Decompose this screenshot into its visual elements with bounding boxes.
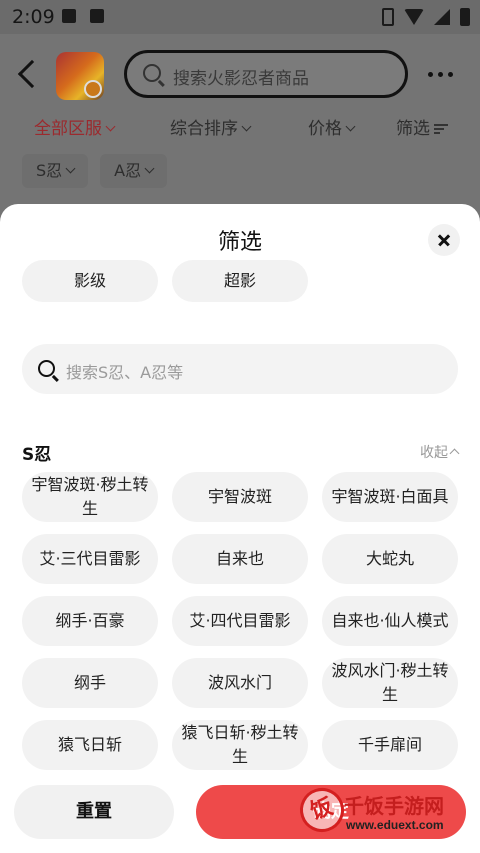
watermark-name: 千饭手游网 — [344, 794, 444, 818]
vibrate-icon — [382, 8, 394, 26]
level-chip-super-kage[interactable]: 超影 — [172, 260, 308, 302]
ninja-search-placeholder: 搜索S忍、A忍等 — [66, 363, 184, 382]
status-time: 2:09 — [12, 6, 55, 28]
search-icon — [143, 64, 161, 82]
collapse-label: 收起 — [420, 445, 448, 461]
filter-icon — [434, 122, 448, 136]
filter-more[interactable]: 筛选 — [396, 114, 448, 139]
collapse-toggle[interactable]: 收起 — [420, 442, 460, 462]
level-chip-kage[interactable]: 影级 — [22, 260, 158, 302]
filter-sort-label: 综合排序 — [170, 119, 238, 139]
sheet-title: 筛选 — [217, 230, 262, 255]
chevron-down-icon — [105, 121, 116, 132]
grade-chip-a[interactable]: A忍 — [100, 154, 168, 188]
back-arrow-icon[interactable] — [17, 59, 47, 89]
ninja-chip[interactable]: 波风水门 — [172, 658, 308, 708]
ninja-chip[interactable]: 大蛇丸 — [322, 534, 458, 584]
game-avatar — [56, 52, 104, 100]
close-icon[interactable] — [428, 224, 460, 256]
search-placeholder: 搜索火影忍者商品 — [173, 69, 309, 89]
grade-chip-label: S忍 — [36, 161, 63, 180]
ninja-chip[interactable]: 宇智波斑·白面具 — [322, 472, 458, 522]
ninja-chip[interactable]: 波风水门·秽土转生 — [322, 658, 458, 708]
filter-price[interactable]: 价格 — [308, 114, 356, 139]
reset-button[interactable]: 重置 — [14, 785, 174, 839]
watermark: 饭 千饭手游网 www.eduext.com — [294, 782, 476, 846]
chevron-down-icon — [241, 121, 252, 132]
watermark-url: www.eduext.com — [346, 818, 444, 832]
ninja-chip[interactable]: 自来也 — [172, 534, 308, 584]
ninja-chip[interactable]: 宇智波斑 — [172, 472, 308, 522]
ninja-chip[interactable]: 纲手·百豪 — [22, 596, 158, 646]
ninja-chip[interactable]: 宇智波斑·秽土转生 — [22, 472, 158, 522]
ninja-chip[interactable]: 自来也·仙人模式 — [322, 596, 458, 646]
search-icon — [38, 360, 55, 377]
ninja-grid: 宇智波斑·秽土转生 宇智波斑 宇智波斑·白面具 艾·三代目雷影 自来也 大蛇丸 … — [22, 472, 458, 770]
wifi-icon — [404, 9, 424, 25]
filter-sort[interactable]: 综合排序 — [170, 114, 252, 139]
section-title: S忍 — [22, 445, 52, 465]
signal-icon — [434, 9, 450, 25]
ninja-chip[interactable]: 猿飞日斩 — [22, 720, 158, 770]
status-bar: 2:09 — [0, 0, 480, 34]
filter-region[interactable]: 全部区服 — [34, 114, 116, 139]
ninja-chip[interactable]: 纲手 — [22, 658, 158, 708]
ninja-chip[interactable]: 猿飞日斩·秽土转生 — [172, 720, 308, 770]
product-search-input[interactable]: 搜索火影忍者商品 — [124, 50, 408, 98]
ninja-chip[interactable]: 艾·四代目雷影 — [172, 596, 308, 646]
chevron-up-icon — [449, 448, 460, 459]
filter-bar: 全部区服 综合排序 价格 筛选 — [0, 114, 480, 146]
ninja-search-input[interactable]: 搜索S忍、A忍等 — [22, 344, 458, 394]
chevron-down-icon — [345, 121, 356, 132]
battery-icon — [460, 8, 470, 26]
filter-region-label: 全部区服 — [34, 119, 102, 139]
chevron-down-icon — [65, 163, 76, 174]
ninja-chip[interactable]: 艾·三代目雷影 — [22, 534, 158, 584]
more-options-icon[interactable] — [428, 72, 453, 77]
filter-price-label: 价格 — [308, 119, 342, 139]
exchange-badge-icon — [84, 80, 102, 98]
filter-more-label: 筛选 — [396, 119, 430, 139]
chevron-down-icon — [144, 163, 155, 174]
grade-chips: S忍 A忍 — [22, 154, 168, 188]
watermark-logo: 饭 — [294, 782, 350, 838]
grade-chip-label: A忍 — [114, 161, 142, 180]
filter-sheet: 筛选 影级 超影 搜索S忍、A忍等 S忍 收起 宇智波斑·秽土转生 宇智波斑 宇… — [0, 204, 480, 853]
app-notification-icon — [90, 9, 104, 23]
grade-chip-s[interactable]: S忍 — [22, 154, 89, 188]
image-notification-icon — [62, 9, 76, 23]
ninja-chip[interactable]: 千手扉间 — [322, 720, 458, 770]
